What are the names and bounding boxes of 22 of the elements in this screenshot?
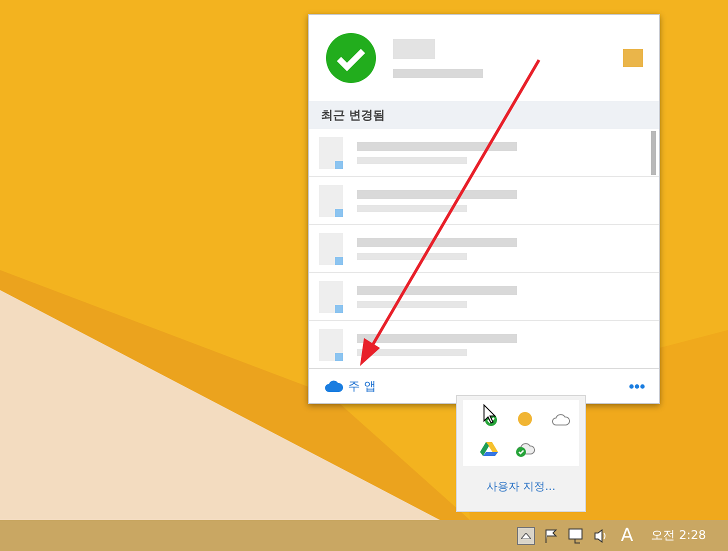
input-method-indicator[interactable]: A bbox=[620, 525, 634, 546]
flag-icon[interactable] bbox=[542, 528, 559, 544]
file-thumbnail bbox=[319, 280, 343, 312]
checkmark-icon bbox=[325, 32, 377, 84]
caret-icon bbox=[520, 532, 531, 538]
file-thumbnail bbox=[319, 136, 343, 168]
cloud-check-icon[interactable] bbox=[515, 441, 535, 457]
scrollbar-thumb[interactable] bbox=[651, 131, 656, 175]
triangle-drive-icon[interactable] bbox=[480, 441, 498, 457]
redacted-text bbox=[393, 38, 435, 58]
file-thumbnail bbox=[319, 328, 343, 360]
mouse-pointer-icon bbox=[484, 404, 496, 424]
clock[interactable]: 오전 2:28 bbox=[651, 527, 706, 544]
main-app-link[interactable]: 주 앱 bbox=[325, 378, 376, 394]
cloud-icon bbox=[325, 380, 343, 392]
file-thumbnail bbox=[319, 232, 343, 264]
show-hidden-icons-button[interactable] bbox=[516, 526, 535, 544]
file-thumbnail bbox=[319, 184, 343, 216]
more-icon[interactable] bbox=[629, 384, 645, 388]
cloud-icon[interactable] bbox=[552, 412, 570, 426]
section-title: 최근 변경됨 bbox=[309, 101, 659, 129]
customize-link[interactable]: 사용자 지정... bbox=[486, 479, 556, 494]
